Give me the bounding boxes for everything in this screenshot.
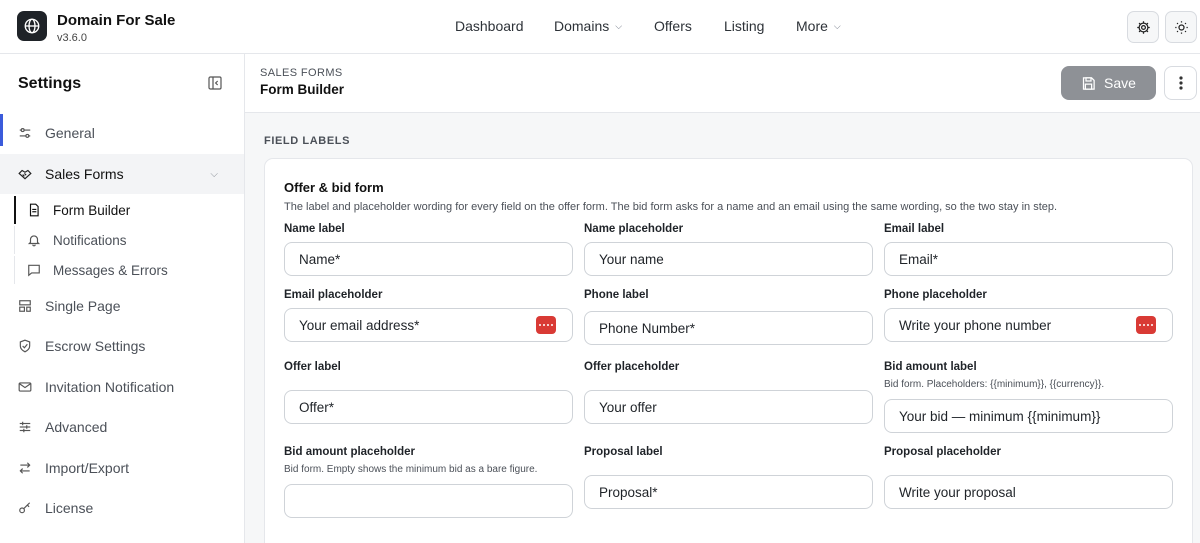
settings-button[interactable] (1127, 11, 1159, 43)
field-label: Offer placeholder (584, 361, 680, 373)
document-icon (29, 203, 39, 217)
key-icon (19, 502, 31, 514)
sidebar-item-label: Advanced (45, 419, 108, 435)
bid-amount-placeholder-input[interactable] (284, 484, 573, 518)
save-button-label: Save (1104, 75, 1136, 91)
sidebar-item-label: Escrow Settings (45, 338, 146, 354)
sidebar-item-invitation-notification[interactable]: Invitation Notification (0, 367, 244, 407)
sidebar-subitem-notifications[interactable]: Notifications (14, 226, 244, 254)
section-label: FIELD LABELS (264, 135, 351, 147)
bell-icon (27, 235, 41, 247)
main-header: SALES FORMS Form Builder Save (245, 54, 1200, 113)
sun-icon (1174, 20, 1188, 34)
floppy-disk-icon (1082, 76, 1095, 90)
card-description: The label and placeholder wording for ev… (284, 201, 1058, 213)
nav-label: Dashboard (455, 18, 524, 34)
sidebar-item-label: Invitation Notification (45, 379, 175, 395)
sidebar-subitem-label: Form Builder (53, 202, 131, 218)
password-manager-icon[interactable] (1136, 316, 1156, 334)
nav-label: Listing (724, 18, 765, 34)
phone-label-input[interactable] (584, 311, 873, 345)
field-label: Bid amount label (884, 361, 977, 373)
nav-domains[interactable]: Domains ⌵ (554, 18, 622, 34)
app-title: Domain For Sale (57, 12, 176, 29)
chevron-down-icon: ⌵ (210, 168, 218, 180)
nav-label: Domains (554, 18, 610, 34)
field-label: Phone placeholder (884, 289, 987, 301)
sidebar: Settings General Sales Forms ⌵ Form Buil… (0, 54, 245, 543)
breadcrumb[interactable]: SALES FORMS (260, 67, 343, 79)
field-label: Offer label (284, 361, 341, 373)
sidebar-item-license[interactable]: License (0, 488, 244, 528)
chevron-down-icon: ⌵ (833, 20, 841, 31)
phone-placeholder-input[interactable] (884, 308, 1173, 342)
offer-label-input[interactable] (284, 390, 573, 424)
field-label: Name placeholder (584, 223, 684, 235)
email-placeholder-input[interactable] (284, 308, 573, 342)
field-label: Email placeholder (284, 289, 383, 301)
field-label: Proposal label (584, 446, 663, 458)
sidebar-title: Settings (18, 75, 82, 92)
password-manager-icon[interactable] (536, 316, 556, 334)
nav-more[interactable]: More ⌵ (796, 18, 841, 34)
nav-offers[interactable]: Offers (654, 18, 692, 34)
email-label-input[interactable] (884, 242, 1173, 276)
sidebar-subitem-label: Messages & Errors (53, 262, 168, 278)
sidebar-item-label: License (45, 500, 94, 516)
sidebar-subitem-messages-errors[interactable]: Messages & Errors (14, 256, 244, 284)
field-label: Bid amount placeholder (284, 446, 415, 458)
shield-icon (19, 339, 31, 353)
globe-logo-icon[interactable] (17, 11, 47, 41)
nav-listing[interactable]: Listing (724, 18, 764, 34)
field-help-text: Bid form. Empty shows the minimum bid as… (284, 464, 538, 475)
more-options-button[interactable] (1164, 66, 1197, 100)
chevron-down-icon: ⌵ (615, 20, 623, 31)
field-label: Phone label (584, 289, 649, 301)
bid-amount-label-input[interactable] (884, 399, 1173, 433)
sidebar-item-label: Sales Forms (45, 166, 124, 182)
offer-placeholder-input[interactable] (584, 390, 873, 424)
nav-label: More (796, 18, 828, 34)
nav-dashboard[interactable]: Dashboard (455, 18, 524, 34)
name-placeholder-input[interactable] (584, 242, 873, 276)
sidebar-item-escrow-settings[interactable]: Escrow Settings (0, 326, 244, 366)
sidebar-item-label: General (45, 125, 95, 141)
proposal-placeholder-input[interactable] (884, 475, 1173, 509)
top-bar: Domain For Sale v3.6.0 Dashboard Domains… (0, 0, 1200, 54)
sidebar-item-label: Import/Export (45, 460, 130, 476)
vertical-dots-icon (1178, 76, 1183, 90)
proposal-label-input[interactable] (584, 475, 873, 509)
sidebar-item-import-export[interactable]: Import/Export (0, 448, 244, 488)
sidebar-item-advanced[interactable]: Advanced (0, 407, 244, 447)
sidebar-item-general[interactable]: General (0, 113, 244, 153)
message-icon (28, 264, 40, 277)
sidebar-subitem-form-builder[interactable]: Form Builder (14, 196, 244, 224)
name-label-input[interactable] (284, 242, 573, 276)
field-label: Name label (284, 223, 345, 235)
sidebar-item-sales-forms[interactable]: Sales Forms ⌵ (0, 154, 244, 194)
field-label: Email label (884, 223, 945, 235)
swap-icon (19, 462, 31, 474)
gear-icon (1136, 20, 1150, 34)
nav-label: Offers (654, 18, 692, 34)
layout-icon (19, 300, 31, 312)
sliders-icon (19, 128, 31, 138)
save-button[interactable]: Save (1061, 66, 1156, 100)
mail-icon (18, 382, 32, 392)
field-label: Proposal placeholder (884, 446, 1001, 458)
sidebar-item-label: Single Page (45, 298, 121, 314)
app-version: v3.6.0 (57, 32, 87, 44)
adjust-icon (19, 421, 31, 433)
page-title: Form Builder (260, 82, 345, 97)
card-title: Offer & bid form (284, 180, 384, 195)
handshake-icon (18, 169, 32, 180)
content-area: FIELD LABELS Offer & bid form The label … (245, 113, 1200, 543)
field-help-text: Bid form. Placeholders: {{minimum}}, {{c… (884, 379, 1105, 390)
offer-bid-form-card: Offer & bid form The label and placehold… (264, 158, 1193, 543)
theme-toggle-button[interactable] (1165, 11, 1197, 43)
sidebar-item-single-page[interactable]: Single Page (0, 286, 244, 326)
sidebar-collapse-icon[interactable] (207, 75, 223, 91)
sidebar-subitem-label: Notifications (53, 232, 127, 248)
